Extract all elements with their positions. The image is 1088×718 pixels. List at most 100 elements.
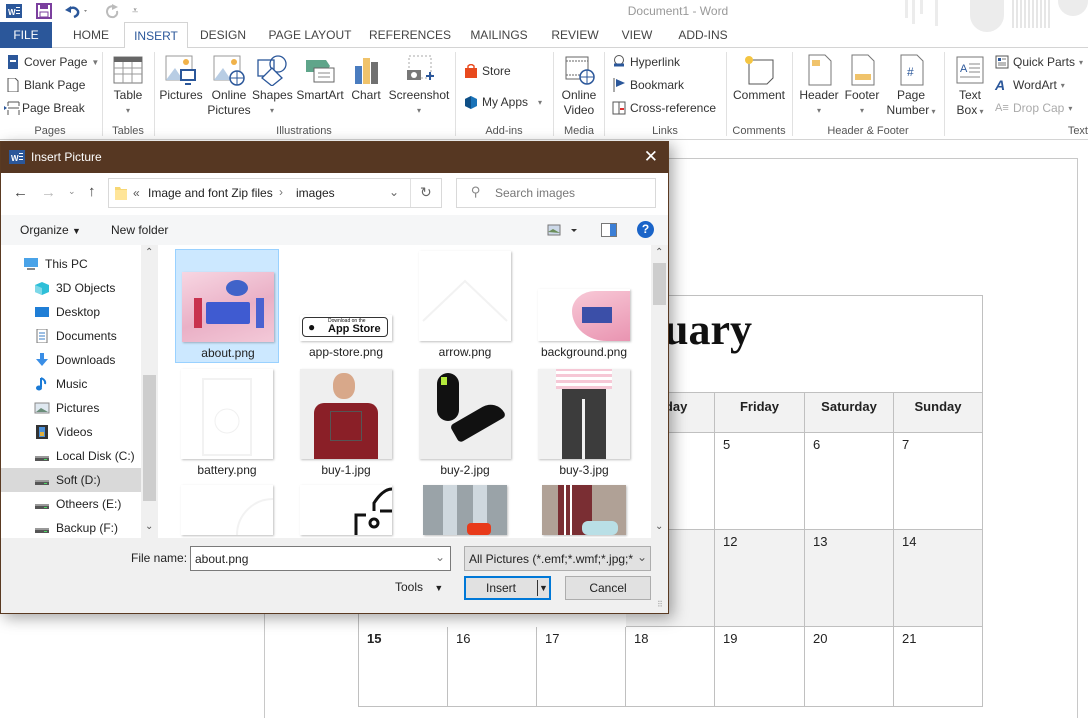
- close-icon[interactable]: ✕: [644, 147, 658, 167]
- calendar-cell: 6: [805, 433, 894, 530]
- chart-button[interactable]: Chart: [348, 54, 384, 103]
- blank-page-button[interactable]: Blank Page: [6, 76, 85, 94]
- svg-text:A: A: [960, 63, 968, 75]
- back-arrow-icon[interactable]: ←: [13, 184, 28, 201]
- nav-item[interactable]: This PC: [1, 252, 141, 276]
- tab-review[interactable]: REVIEW: [548, 22, 602, 48]
- file-scrollbar[interactable]: ⌃ ⌄: [651, 245, 668, 538]
- chevron-down-icon[interactable]: ⌄: [435, 550, 445, 564]
- tab-references[interactable]: REFERENCES: [368, 22, 452, 48]
- dialog-title-bar[interactable]: W Insert Picture ✕: [1, 142, 668, 173]
- file-tile[interactable]: background.png: [532, 249, 636, 363]
- cover-page-button[interactable]: Cover Page ▼: [6, 53, 99, 71]
- nav-item[interactable]: Otheers (E:): [1, 492, 141, 516]
- wordart-button[interactable]: A WordArt ▾: [995, 76, 1065, 94]
- breadcrumb-overflow[interactable]: «: [133, 186, 140, 200]
- nav-item[interactable]: Backup (F:): [1, 516, 141, 540]
- up-arrow-icon[interactable]: ↑: [88, 183, 96, 200]
- nav-item[interactable]: Soft (D:): [1, 468, 141, 492]
- text-box-button[interactable]: A Text Box ▾: [950, 54, 990, 119]
- tab-page-layout[interactable]: PAGE LAYOUT: [262, 22, 358, 48]
- online-pictures-button[interactable]: Online Pictures: [206, 54, 252, 118]
- new-folder-button[interactable]: New folder: [111, 223, 168, 237]
- scroll-up-icon[interactable]: ⌃: [655, 247, 663, 258]
- screenshot-button[interactable]: Screenshot ▾: [388, 54, 450, 118]
- file-tile[interactable]: buy-1.jpg: [294, 367, 398, 481]
- header-button[interactable]: Header ▾: [798, 54, 840, 118]
- file-tile[interactable]: [294, 485, 398, 538]
- my-apps-button[interactable]: My Apps ▾: [464, 93, 542, 111]
- insert-button[interactable]: Insert ▼: [464, 576, 551, 600]
- change-view-icon[interactable]: [547, 224, 577, 239]
- nav-item[interactable]: Local Disk (C:): [1, 444, 141, 468]
- online-video-icon: [563, 54, 595, 86]
- scroll-down-icon[interactable]: ⌄: [145, 521, 153, 532]
- file-tile[interactable]: buy-3.jpg: [532, 367, 636, 481]
- shapes-button[interactable]: Shapes ▾: [252, 54, 293, 118]
- file-tile[interactable]: battery.png: [175, 367, 279, 481]
- hyperlink-button[interactable]: Hyperlink: [612, 53, 680, 71]
- file-tile[interactable]: about.png: [175, 249, 279, 363]
- file-tile[interactable]: [175, 485, 279, 538]
- file-tile[interactable]: arrow.png: [413, 249, 517, 363]
- search-box[interactable]: ⚲ Search images: [456, 178, 656, 208]
- cancel-button[interactable]: Cancel: [565, 576, 651, 600]
- tab-add-ins[interactable]: ADD-INS: [672, 22, 734, 48]
- file-tile[interactable]: [413, 485, 517, 538]
- resize-grip-icon[interactable]: ⠿: [657, 600, 663, 609]
- cross-reference-button[interactable]: Cross-reference: [612, 99, 716, 117]
- preview-pane-icon[interactable]: [601, 223, 617, 240]
- drop-cap-button[interactable]: A≡ Drop Cap ▾: [995, 99, 1072, 117]
- nav-item[interactable]: Pictures: [1, 396, 141, 420]
- pictures-button[interactable]: Pictures: [158, 54, 204, 103]
- file-name-input[interactable]: about.png ⌄: [190, 546, 451, 571]
- file-tile[interactable]: [532, 485, 636, 538]
- tab-mailings[interactable]: MAILINGS: [464, 22, 534, 48]
- help-icon[interactable]: ?: [637, 221, 654, 238]
- drive-icon: [34, 473, 50, 487]
- tab-view[interactable]: VIEW: [616, 22, 658, 48]
- quick-parts-button[interactable]: Quick Parts ▾: [995, 53, 1083, 71]
- scroll-up-icon[interactable]: ⌃: [145, 247, 153, 258]
- nav-item[interactable]: Documents: [1, 324, 141, 348]
- tools-button[interactable]: Tools ▼: [395, 580, 443, 594]
- nav-scrollbar[interactable]: ⌃ ⌄: [141, 245, 158, 538]
- nav-item[interactable]: Music: [1, 372, 141, 396]
- tab-insert[interactable]: INSERT: [124, 22, 188, 49]
- page-break-button[interactable]: Page Break: [4, 99, 85, 117]
- online-video-button[interactable]: Online Video: [558, 54, 600, 118]
- scroll-down-icon[interactable]: ⌄: [655, 521, 663, 532]
- chevron-down-icon[interactable]: ⌄: [389, 185, 399, 199]
- organize-button[interactable]: Organize ▼: [20, 223, 81, 237]
- tab-home[interactable]: HOME: [60, 22, 122, 48]
- file-thumbnail: [419, 251, 511, 341]
- forward-arrow-icon[interactable]: →: [41, 184, 56, 201]
- recent-locations-icon[interactable]: ⌄: [68, 186, 76, 197]
- nav-item[interactable]: Videos: [1, 420, 141, 444]
- table-button[interactable]: Table ▾: [108, 54, 148, 118]
- nav-item-label: Videos: [56, 425, 93, 439]
- file-thumbnail: [182, 272, 274, 342]
- address-bar[interactable]: « Image and font Zip files › images ⌄ ↻: [108, 178, 442, 208]
- store-button[interactable]: Store: [464, 62, 511, 80]
- nav-item[interactable]: 3D Objects: [1, 276, 141, 300]
- file-type-select[interactable]: All Pictures (*.emf;*.wmf;*.jpg;* ⌄: [464, 546, 651, 571]
- file-tile[interactable]: buy-2.jpg: [413, 367, 517, 481]
- breadcrumb-item[interactable]: images: [296, 186, 335, 200]
- breadcrumb-item[interactable]: Image and font Zip files: [148, 186, 273, 200]
- refresh-icon[interactable]: ↻: [420, 184, 432, 201]
- scroll-thumb[interactable]: [653, 263, 666, 305]
- page-number-button[interactable]: # Page Number ▾: [884, 54, 938, 119]
- file-tile[interactable]: ● Download on the App Store app-store.png: [294, 249, 398, 363]
- tab-design[interactable]: DESIGN: [193, 22, 253, 48]
- footer-button[interactable]: Footer ▾: [842, 54, 882, 118]
- tab-file[interactable]: FILE: [0, 22, 52, 48]
- search-input[interactable]: Search images: [495, 186, 575, 200]
- comment-button[interactable]: Comment: [730, 54, 788, 103]
- bookmark-button[interactable]: Bookmark: [612, 76, 684, 94]
- smartart-button[interactable]: SmartArt: [294, 54, 346, 103]
- nav-item[interactable]: Desktop: [1, 300, 141, 324]
- nav-item[interactable]: Downloads: [1, 348, 141, 372]
- scroll-thumb[interactable]: [143, 375, 156, 501]
- insert-options-icon[interactable]: ▼: [539, 578, 548, 598]
